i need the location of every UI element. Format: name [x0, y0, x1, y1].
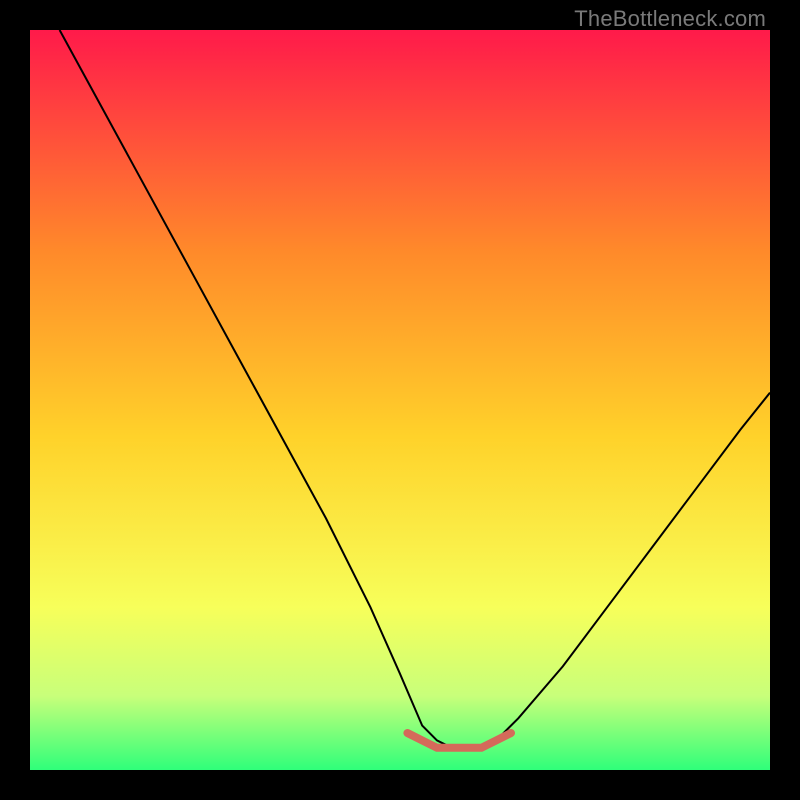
gradient-rect — [30, 30, 770, 770]
gradient-background — [30, 30, 770, 770]
attribution-text: TheBottleneck.com — [574, 6, 766, 32]
chart-frame — [30, 30, 770, 770]
